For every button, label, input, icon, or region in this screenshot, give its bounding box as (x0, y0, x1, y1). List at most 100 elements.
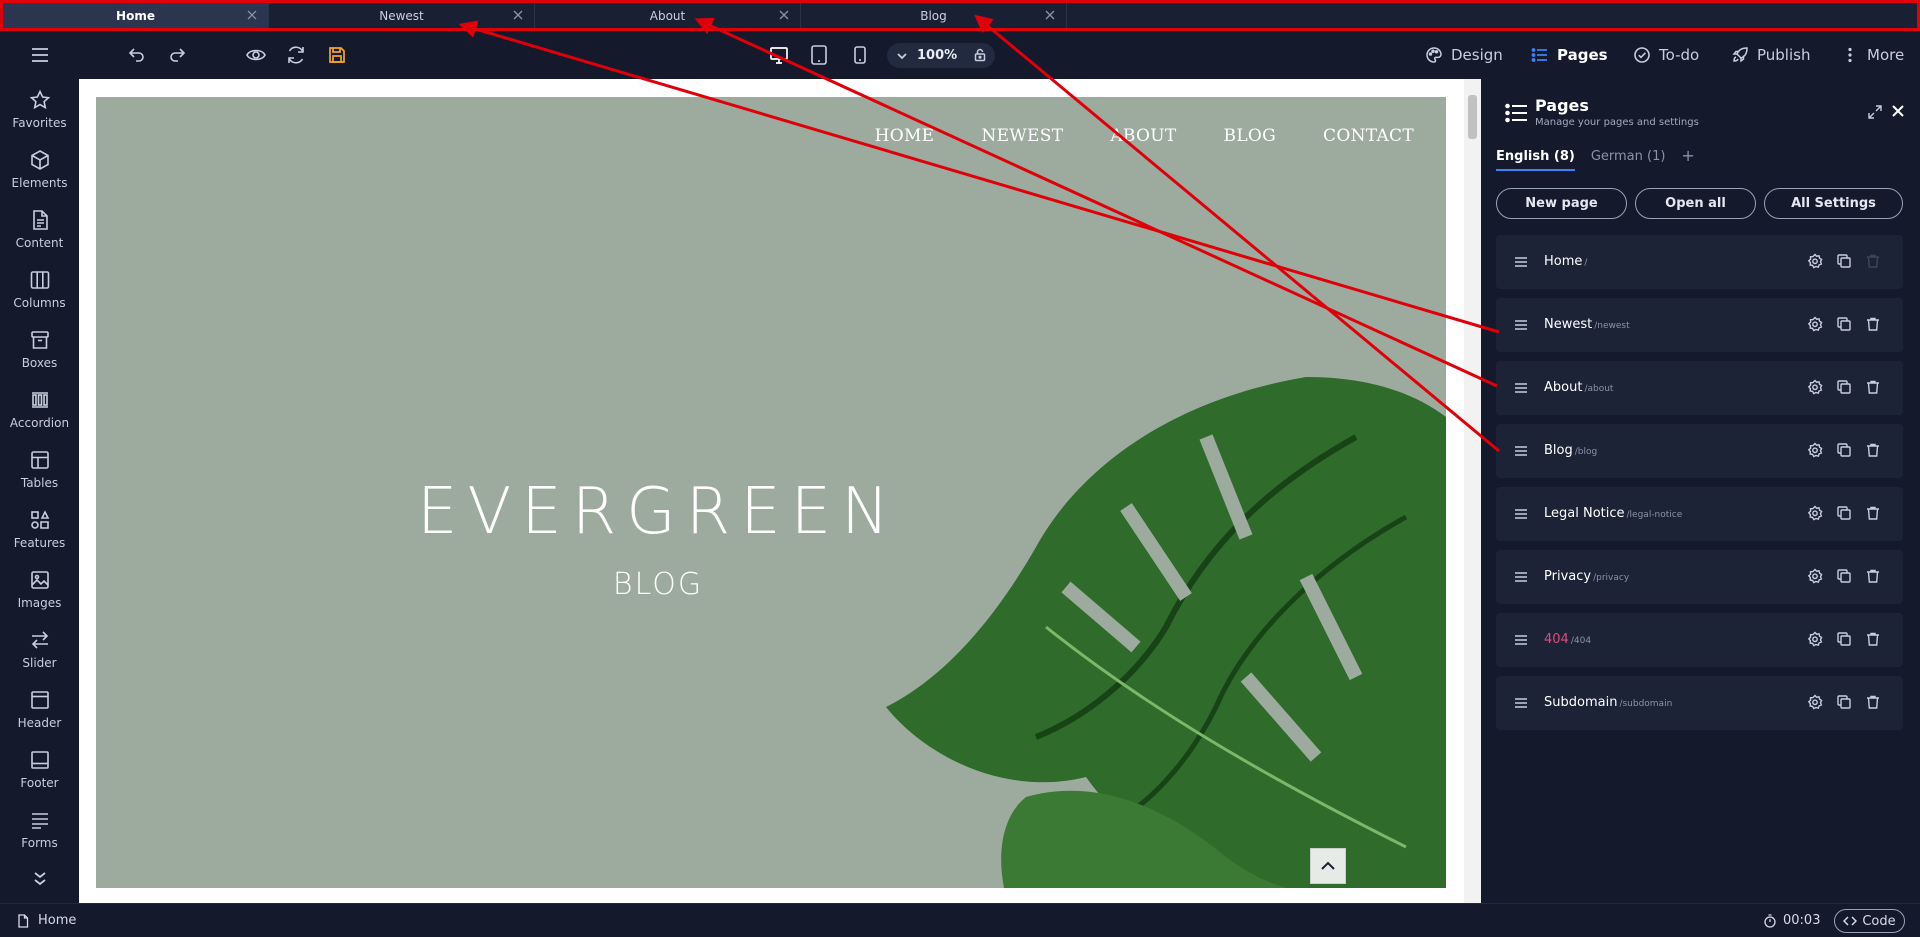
page-canvas[interactable]: HOME NEWEST ABOUT BLOG CONTACT EVERGREEN… (79, 79, 1481, 903)
scrollbar-thumb[interactable] (1468, 95, 1477, 139)
page-row[interactable]: Subdomain/subdomain (1496, 676, 1903, 730)
refresh-button[interactable] (284, 43, 308, 67)
more-menu[interactable]: More (1841, 43, 1904, 67)
nav-blog[interactable]: BLOG (1224, 126, 1277, 146)
duplicate-icon[interactable] (1836, 253, 1852, 269)
tab-language-german[interactable]: German (1) (1591, 149, 1666, 171)
nav-newest[interactable]: NEWEST (981, 126, 1063, 146)
page-row[interactable]: 404/404 (1496, 613, 1903, 667)
page-title: Subdomain (1544, 695, 1618, 710)
delete-icon[interactable] (1865, 442, 1881, 458)
sidebar-item-favorites[interactable]: Favorites (0, 79, 79, 139)
settings-icon[interactable] (1807, 316, 1823, 332)
page-row[interactable]: Home / (1496, 235, 1903, 289)
sidebar-item-accordion[interactable]: Accordion (0, 379, 79, 439)
lock-icon[interactable] (973, 48, 987, 62)
sidebar-item-header[interactable]: Header (0, 679, 79, 739)
settings-icon[interactable] (1807, 442, 1823, 458)
canvas-scrollbar[interactable] (1464, 79, 1481, 903)
page-row[interactable]: About/about (1496, 361, 1903, 415)
delete-icon[interactable] (1865, 505, 1881, 521)
tab-blog[interactable]: Blog (801, 3, 1067, 28)
close-icon[interactable] (246, 9, 258, 21)
settings-icon[interactable] (1807, 631, 1823, 647)
duplicate-icon[interactable] (1836, 316, 1852, 332)
drag-handle-icon[interactable] (1512, 568, 1530, 586)
save-button[interactable] (325, 43, 349, 67)
page-row[interactable]: Blog/blog (1496, 424, 1903, 478)
delete-icon[interactable] (1865, 631, 1881, 647)
sidebar-item-forms[interactable]: Forms (0, 799, 79, 859)
drag-handle-icon[interactable] (1512, 442, 1530, 460)
redo-button[interactable] (165, 43, 189, 67)
delete-icon[interactable] (1865, 568, 1881, 584)
sidebar-item-slider[interactable]: Slider (0, 619, 79, 679)
duplicate-icon[interactable] (1836, 694, 1852, 710)
add-language-button[interactable]: + (1681, 146, 1694, 171)
sidebar-item-features[interactable]: Features (0, 499, 79, 559)
mobile-view-button[interactable] (848, 43, 872, 67)
nav-about[interactable]: ABOUT (1110, 126, 1176, 146)
sidebar-scroll-down[interactable] (0, 859, 79, 903)
drag-handle-icon[interactable] (1512, 631, 1530, 649)
drag-handle-icon[interactable] (1512, 694, 1530, 712)
desktop-view-button[interactable] (767, 43, 791, 67)
expand-icon[interactable] (1868, 105, 1882, 119)
chevron-down-icon[interactable] (895, 49, 909, 63)
drag-handle-icon[interactable] (1512, 253, 1530, 271)
duplicate-icon[interactable] (1836, 631, 1852, 647)
todo-menu[interactable]: To-do (1633, 43, 1699, 67)
zoom-control[interactable]: 100% (887, 43, 995, 68)
sidebar-item-columns[interactable]: Columns (0, 259, 79, 319)
sidebar-item-footer[interactable]: Footer (0, 739, 79, 799)
sidebar-item-content[interactable]: Content (0, 199, 79, 259)
current-page-indicator[interactable]: Home (16, 913, 76, 928)
page-row[interactable]: Legal Notice/legal-notice (1496, 487, 1903, 541)
sidebar-item-tables[interactable]: Tables (0, 439, 79, 499)
sidebar-item-boxes[interactable]: Boxes (0, 319, 79, 379)
delete-icon[interactable] (1865, 379, 1881, 395)
close-icon[interactable] (1044, 9, 1056, 21)
pages-menu[interactable]: Pages (1531, 43, 1608, 67)
duplicate-icon[interactable] (1836, 505, 1852, 521)
duplicate-icon[interactable] (1836, 442, 1852, 458)
hamburger-menu-button[interactable] (28, 43, 52, 67)
duplicate-icon[interactable] (1836, 568, 1852, 584)
drag-handle-icon[interactable] (1512, 379, 1530, 397)
close-icon[interactable] (1890, 103, 1906, 119)
drag-handle-icon[interactable] (1512, 505, 1530, 523)
all-settings-button[interactable]: All Settings (1764, 188, 1903, 219)
close-icon[interactable] (778, 9, 790, 21)
undo-button[interactable] (125, 43, 149, 67)
close-icon[interactable] (512, 9, 524, 21)
open-all-button[interactable]: Open all (1635, 188, 1756, 219)
sidebar-item-elements[interactable]: Elements (0, 139, 79, 199)
tablet-view-button[interactable] (807, 43, 831, 67)
settings-icon[interactable] (1807, 253, 1823, 269)
nav-contact[interactable]: CONTACT (1323, 126, 1414, 146)
sidebar-item-images[interactable]: Images (0, 559, 79, 619)
scroll-to-top-button[interactable] (1310, 848, 1346, 884)
design-menu[interactable]: Design (1425, 43, 1503, 67)
new-page-button[interactable]: New page (1496, 188, 1627, 219)
hero-section[interactable]: HOME NEWEST ABOUT BLOG CONTACT EVERGREEN… (96, 97, 1446, 888)
preview-button[interactable] (244, 43, 268, 67)
tab-home[interactable]: Home (3, 3, 269, 28)
tab-about[interactable]: About (535, 3, 801, 28)
tab-newest[interactable]: Newest (269, 3, 535, 28)
settings-icon[interactable] (1807, 568, 1823, 584)
page-row[interactable]: Privacy/privacy (1496, 550, 1903, 604)
settings-icon[interactable] (1807, 505, 1823, 521)
features-icon (30, 510, 49, 529)
duplicate-icon[interactable] (1836, 379, 1852, 395)
nav-home[interactable]: HOME (875, 126, 935, 146)
delete-icon[interactable] (1865, 316, 1881, 332)
publish-menu[interactable]: Publish (1731, 43, 1810, 67)
drag-handle-icon[interactable] (1512, 316, 1530, 334)
settings-icon[interactable] (1807, 379, 1823, 395)
page-row[interactable]: Newest/newest (1496, 298, 1903, 352)
code-button[interactable]: Code (1834, 909, 1905, 933)
delete-icon[interactable] (1865, 694, 1881, 710)
settings-icon[interactable] (1807, 694, 1823, 710)
tab-language-english[interactable]: English (8) (1496, 149, 1575, 171)
